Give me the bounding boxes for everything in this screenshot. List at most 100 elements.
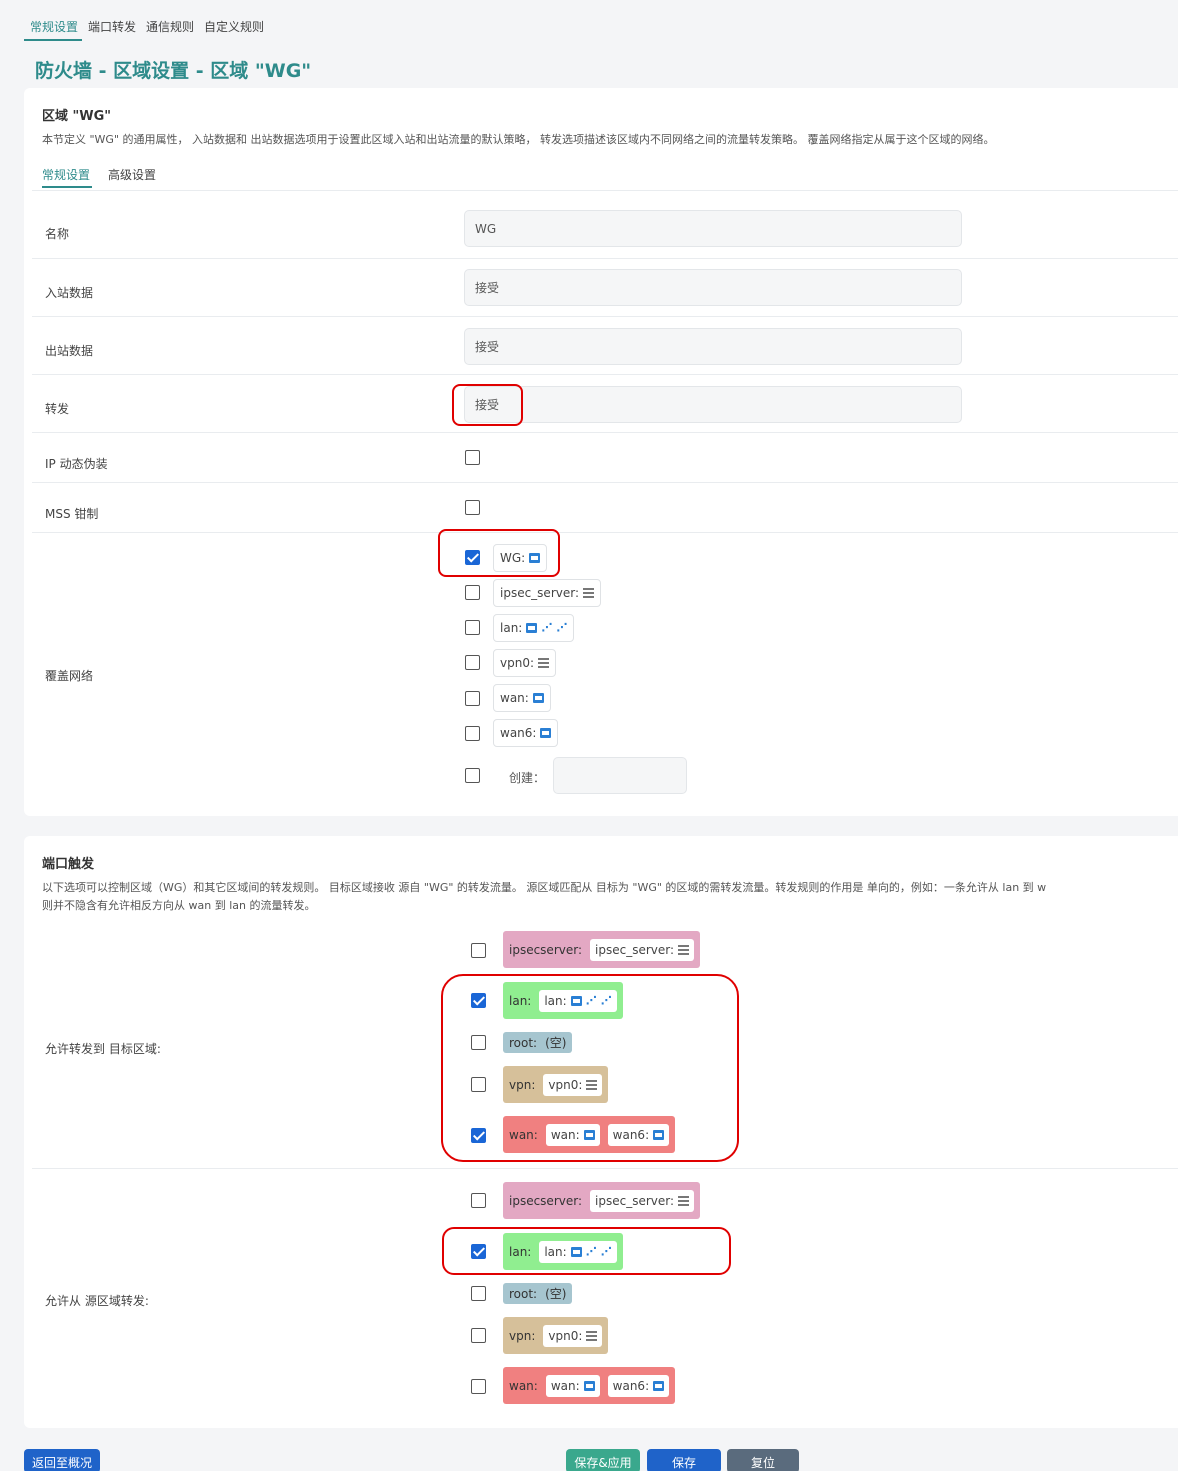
- create-network-checkbox[interactable]: [465, 768, 480, 783]
- zone-network-name: vpn0:: [548, 1328, 583, 1343]
- zone-network: ipsec_server:: [590, 938, 695, 961]
- zone-name: wan:: [509, 1378, 538, 1393]
- network-item-lan[interactable]: lan: ⋰ ⋰: [493, 614, 575, 642]
- button-label: 保存: [671, 1456, 696, 1470]
- tab-custom-rules[interactable]: 自定义规则: [204, 18, 264, 39]
- network-item-vpn0[interactable]: vpn0:: [493, 649, 557, 677]
- subtab-advanced[interactable]: 高级设置: [108, 166, 156, 183]
- ethernet-icon: [526, 623, 538, 633]
- highlight-frame: [438, 529, 560, 577]
- divider: [32, 1168, 1178, 1169]
- zone-empty-text: (空): [545, 1287, 567, 1301]
- create-network-label: 创建：: [509, 771, 546, 785]
- divider: [32, 258, 1178, 259]
- output-policy-label: 出站数据: [45, 344, 94, 358]
- dest-zone-ipsecserver[interactable]: ipsecserver: ipsec_server:: [503, 931, 701, 968]
- subtab-general[interactable]: 常规设置: [42, 166, 90, 183]
- zone-section-title: 区域 "WG": [42, 109, 112, 124]
- tab-port-forward[interactable]: 端口转发: [88, 18, 136, 39]
- tab-traffic-rules[interactable]: 通信规则: [146, 18, 194, 39]
- divider: [32, 482, 1178, 483]
- zone-name: vpn:: [509, 1328, 536, 1343]
- ethernet-icon: [540, 728, 552, 738]
- dest-zone-checkbox-ipsecserver[interactable]: [471, 943, 486, 958]
- divider: [32, 316, 1178, 317]
- covered-networks-label: 覆盖网络: [45, 669, 94, 683]
- server-icon: [538, 658, 550, 668]
- masquerading-label: IP 动态伪装: [45, 457, 108, 471]
- zone-section-description: 本节定义 "WG" 的通用属性， 入站数据和 出站数据选项用于设置此区域入站和出…: [42, 133, 995, 146]
- reset-button[interactable]: 复位: [727, 1449, 799, 1471]
- divider: [32, 374, 1178, 375]
- divider: [32, 532, 1178, 533]
- tab-general[interactable]: 常规设置: [30, 18, 78, 39]
- network-checkbox-wan6[interactable]: [465, 726, 480, 741]
- zone-network: wan:: [545, 1374, 600, 1397]
- ethernet-icon: [583, 1380, 595, 1391]
- mss-clamping-checkbox[interactable]: [465, 500, 480, 515]
- network-checkbox-lan[interactable]: [465, 620, 480, 635]
- network-item-wan[interactable]: wan:: [493, 684, 551, 712]
- zone-name: ipsecserver:: [509, 942, 583, 957]
- top-tab-bar: 常规设置 端口转发 通信规则 自定义规则: [30, 18, 264, 39]
- zone-network-name: ipsec_server:: [595, 1193, 675, 1208]
- zone-network: vpn0:: [543, 1324, 603, 1347]
- network-name: ipsec_server:: [500, 586, 580, 600]
- network-name: vpn0:: [500, 656, 535, 670]
- src-zones-label: 允许从 源区域转发:: [45, 1294, 149, 1308]
- zone-name: root:: [509, 1286, 538, 1301]
- highlight-frame: [441, 974, 739, 1162]
- forward-section-description: 以下选项可以控制区域（WG）和其它区域间的转发规则。 目标区域接收 源自 "WG…: [42, 881, 1047, 894]
- src-zone-root[interactable]: root: (空): [503, 1283, 573, 1304]
- name-label: 名称: [45, 227, 70, 241]
- forward-policy-label: 转发: [45, 402, 70, 416]
- zone-network-name: wan6:: [612, 1378, 650, 1393]
- network-checkbox-ipsec-server[interactable]: [465, 585, 480, 600]
- forward-section-title: 端口触发: [42, 857, 95, 872]
- network-item-ipsec-server[interactable]: ipsec_server:: [493, 579, 602, 607]
- highlight-frame: [452, 384, 523, 426]
- src-zone-ipsecserver[interactable]: ipsecserver: ipsec_server:: [503, 1182, 701, 1219]
- src-zone-checkbox-root[interactable]: [471, 1286, 486, 1301]
- network-checkbox-wan[interactable]: [465, 691, 480, 706]
- create-network-input[interactable]: [553, 757, 687, 794]
- ethernet-icon: [653, 1380, 665, 1391]
- mss-clamping-label: MSS 钳制: [45, 507, 99, 521]
- server-icon: [678, 944, 690, 955]
- active-tab-indicator: [24, 39, 82, 41]
- divider: [32, 432, 1178, 433]
- wifi-icon: ⋰: [556, 621, 568, 634]
- button-label: 返回至概况: [31, 1456, 92, 1470]
- network-name: wan6:: [500, 726, 537, 740]
- zone-network-name: ipsec_server:: [595, 942, 675, 957]
- network-name: wan:: [500, 691, 529, 705]
- src-zone-checkbox-vpn[interactable]: [471, 1328, 486, 1343]
- masquerading-checkbox[interactable]: [465, 450, 480, 465]
- src-zone-checkbox-ipsecserver[interactable]: [471, 1193, 486, 1208]
- zone-network: ipsec_server:: [590, 1189, 695, 1212]
- server-icon: [586, 1330, 598, 1341]
- forward-policy-select[interactable]: 接受: [464, 386, 962, 423]
- button-label: 复位: [750, 1456, 775, 1470]
- forward-section-description-2: 则并不隐含有允许相反方向从 wan 到 lan 的流量转发。: [42, 899, 316, 912]
- src-zone-vpn[interactable]: vpn: vpn0:: [503, 1317, 609, 1354]
- src-zone-wan[interactable]: wan: wan: wan6:: [503, 1367, 676, 1404]
- server-icon: [583, 588, 595, 598]
- zone-network-name: wan:: [550, 1378, 580, 1393]
- network-item-wan6[interactable]: wan6:: [493, 719, 559, 747]
- back-to-overview-button[interactable]: 返回至概况: [24, 1449, 100, 1471]
- zone-network: wan6:: [607, 1374, 670, 1397]
- page-title: 防火墙 - 区域设置 - 区域 "WG": [35, 60, 312, 82]
- name-input[interactable]: WG: [464, 210, 962, 247]
- save-apply-button[interactable]: 保存&应用: [566, 1449, 640, 1471]
- save-button[interactable]: 保存: [647, 1449, 721, 1471]
- active-subtab-indicator: [42, 186, 92, 188]
- network-checkbox-vpn0[interactable]: [465, 655, 480, 670]
- wifi-icon: ⋰: [541, 621, 553, 634]
- network-name: lan:: [500, 621, 523, 635]
- output-policy-select[interactable]: 接受: [464, 328, 962, 365]
- input-policy-select[interactable]: 接受: [464, 269, 962, 306]
- src-zone-checkbox-wan[interactable]: [471, 1379, 486, 1394]
- dest-zones-label: 允许转发到 目标区域:: [45, 1042, 161, 1056]
- input-policy-label: 入站数据: [45, 286, 94, 300]
